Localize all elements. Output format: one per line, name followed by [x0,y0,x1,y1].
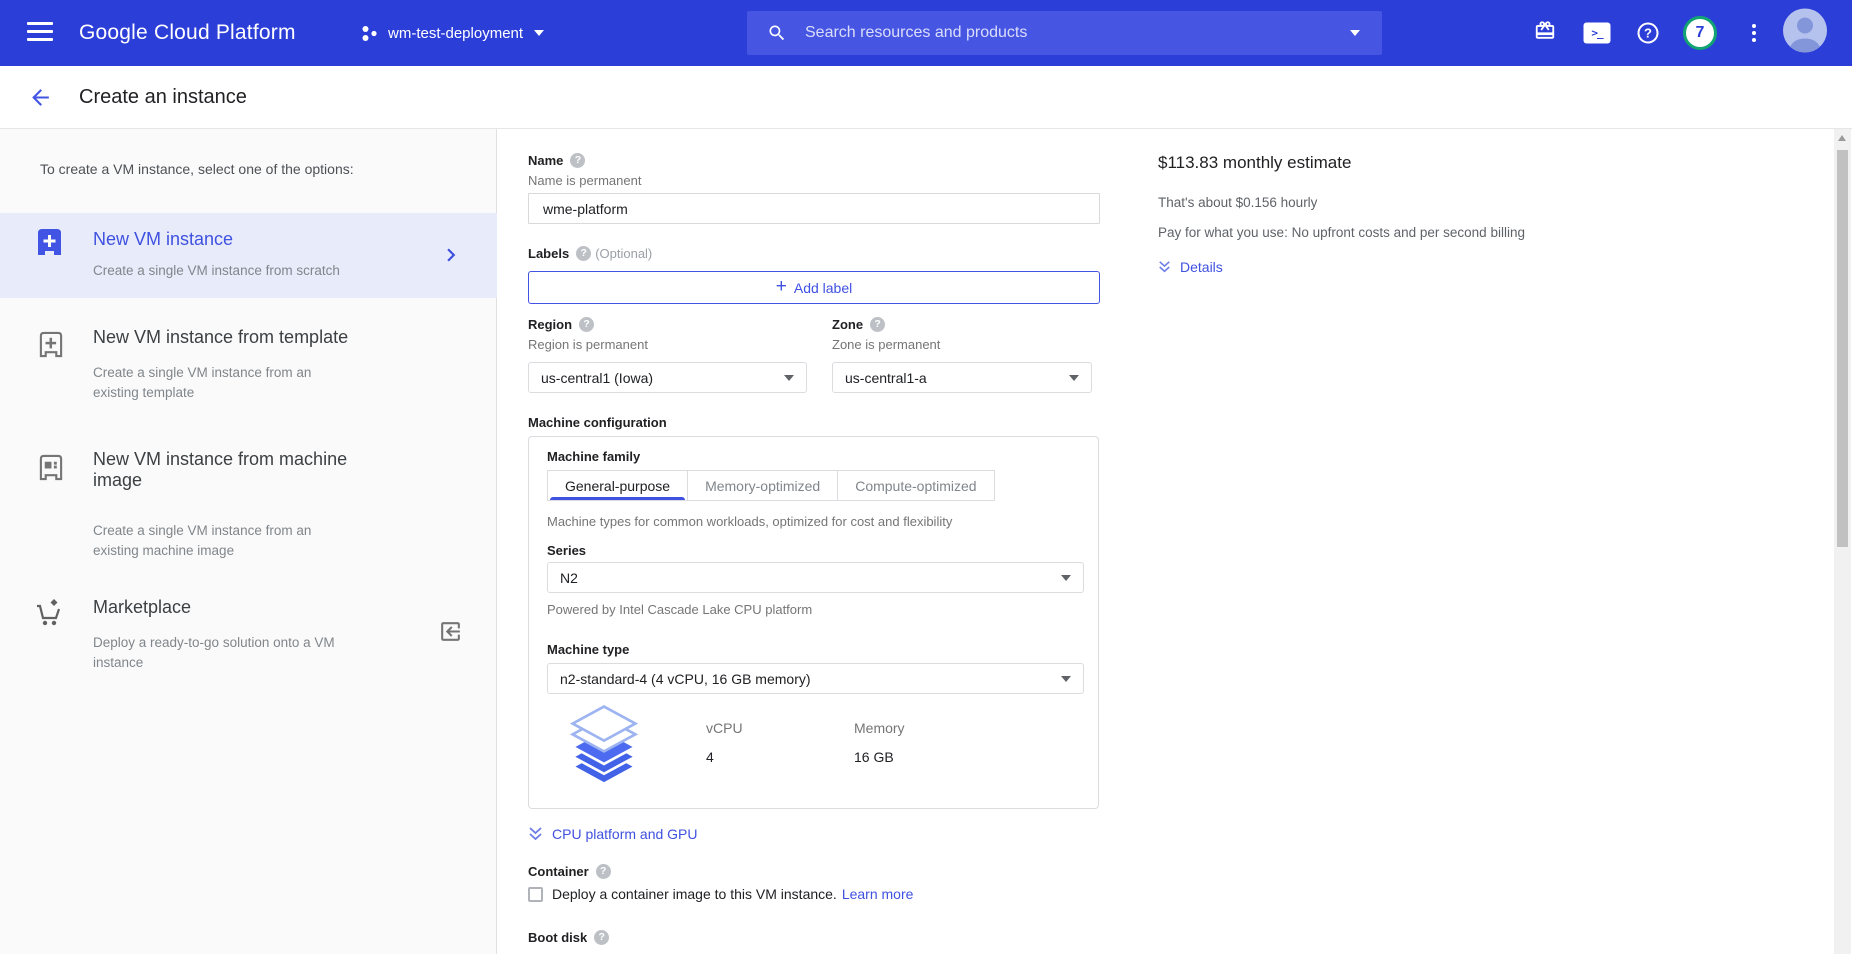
name-label: Name? [528,153,585,168]
estimate-title: $113.83 monthly estimate [1158,153,1351,173]
zone-select[interactable]: us-central1-a [832,362,1092,393]
name-hint: Name is permanent [528,173,641,188]
gcp-logo[interactable]: Google Cloud Platform [79,0,296,66]
machine-layers-icon [561,703,647,789]
help-icon[interactable]: ? [1638,23,1659,44]
vm-instance-icon [36,228,63,257]
option-title: New VM instance from machine image [93,449,383,491]
option-title: Marketplace [93,597,191,618]
container-checkbox-row: Deploy a container image to this VM inst… [528,886,913,902]
region-hint: Region is permanent [528,337,648,352]
page-title: Create an instance [79,66,247,128]
container-label: Container? [528,864,611,879]
page-header: Create an instance [0,66,1852,129]
name-help-icon[interactable]: ? [570,153,585,168]
create-options-sidebar: To create a VM instance, select one of t… [0,129,497,954]
cpu-platform-gpu-link[interactable]: CPU platform and GPU [528,826,698,842]
sidebar-item-new-vm-from-machine-image[interactable]: New VM instance from machine image Creat… [0,441,497,576]
learn-more-link[interactable]: Learn more [842,886,914,902]
project-name: wm-test-deployment [388,25,523,42]
vm-template-icon [38,331,64,359]
back-arrow-icon[interactable] [28,85,53,110]
scrollbar-thumb[interactable] [1837,150,1848,547]
vcpu-value: 4 [706,749,714,765]
series-hint: Powered by Intel Cascade Lake CPU platfo… [547,602,812,617]
boot-disk-help-icon[interactable]: ? [594,930,609,945]
option-description: Deploy a ready-to-go solution onto a VM … [93,633,363,673]
tab-memory-optimized[interactable]: Memory-optimized [687,470,838,501]
machine-image-icon [38,454,64,482]
project-cluster-icon [360,24,379,43]
container-help-icon[interactable]: ? [596,864,611,879]
open-marketplace-icon[interactable] [438,619,463,644]
notification-badge[interactable]: 7 [1683,16,1717,50]
tab-compute-optimized[interactable]: Compute-optimized [837,470,994,501]
name-input[interactable] [528,193,1100,224]
memory-value: 16 GB [854,749,894,765]
tab-general-purpose[interactable]: General-purpose [547,470,688,501]
labels-label: Labels? (Optional) [528,246,652,261]
estimate-details-link[interactable]: Details [1158,259,1223,275]
labels-help-icon[interactable]: ? [576,246,591,261]
option-title: New VM instance from template [93,327,453,348]
sidebar-item-new-vm-from-template[interactable]: New VM instance from template Create a s… [0,319,497,429]
search-icon [767,23,787,43]
cloud-shell-icon[interactable]: >_ [1584,23,1611,44]
vertical-scrollbar[interactable] [1834,129,1851,954]
zone-hint: Zone is permanent [832,337,940,352]
expand-more-icon [1158,260,1171,274]
search-input[interactable] [805,24,1339,42]
project-selector[interactable]: wm-test-deployment [360,0,544,66]
marketplace-cart-icon [33,597,65,629]
option-description: Create a single VM instance from an exis… [93,521,348,561]
top-bar: Google Cloud Platform wm-test-deployment… [0,0,1852,66]
series-select[interactable]: N2 [547,562,1084,593]
region-label: Region? [528,317,594,332]
machine-family-label: Machine family [547,449,640,464]
estimate-hourly: That's about $0.156 hourly [1158,195,1317,210]
zone-help-icon[interactable]: ? [870,317,885,332]
chevron-down-icon [1061,676,1071,682]
chevron-down-icon [534,30,544,36]
avatar[interactable] [1783,9,1827,58]
chevron-down-icon [784,375,794,381]
machine-configuration-box: Machine family General-purpose Memory-op… [528,436,1099,809]
region-select[interactable]: us-central1 (Iowa) [528,362,807,393]
boot-disk-label: Boot disk? [528,930,609,945]
region-help-icon[interactable]: ? [579,317,594,332]
more-options-icon[interactable] [1752,21,1756,45]
scroll-up-arrow[interactable] [1838,135,1846,141]
chevron-down-icon [1069,375,1079,381]
option-description: Create a single VM instance from an exis… [93,363,348,403]
labels-optional: (Optional) [595,246,652,261]
zone-label: Zone? [832,317,885,332]
search-dropdown-icon[interactable] [1350,30,1360,36]
plus-icon: + [776,276,787,298]
container-checkbox-text: Deploy a container image to this VM inst… [552,886,837,902]
expand-more-icon [528,826,543,842]
gcp-console: Google Cloud Platform wm-test-deployment… [0,0,1852,954]
sidebar-item-new-vm-instance[interactable]: New VM instance Create a single VM insta… [0,213,497,298]
menu-icon[interactable] [27,22,53,44]
sidebar-intro: To create a VM instance, select one of t… [40,161,354,177]
machine-family-tabs: General-purpose Memory-optimized Compute… [547,470,995,501]
machine-type-select[interactable]: n2-standard-4 (4 vCPU, 16 GB memory) [547,663,1084,694]
gift-icon[interactable] [1534,20,1556,47]
vcpu-label: vCPU [706,720,743,736]
chevron-down-icon [1061,575,1071,581]
series-label: Series [547,543,586,558]
machine-type-label: Machine type [547,642,629,657]
memory-label: Memory [854,720,905,736]
search-bar[interactable] [747,11,1382,55]
sidebar-item-marketplace[interactable]: Marketplace Deploy a ready-to-go solutio… [0,591,497,701]
add-label-button[interactable]: + Add label [528,271,1100,304]
machine-family-hint: Machine types for common workloads, opti… [547,514,952,529]
machine-configuration-title: Machine configuration [528,415,667,430]
option-title: New VM instance [93,229,233,250]
chevron-right-icon [438,242,464,268]
container-checkbox[interactable] [528,887,543,902]
option-description: Create a single VM instance from scratch [93,261,413,281]
estimate-billing-note: Pay for what you use: No upfront costs a… [1158,225,1525,240]
